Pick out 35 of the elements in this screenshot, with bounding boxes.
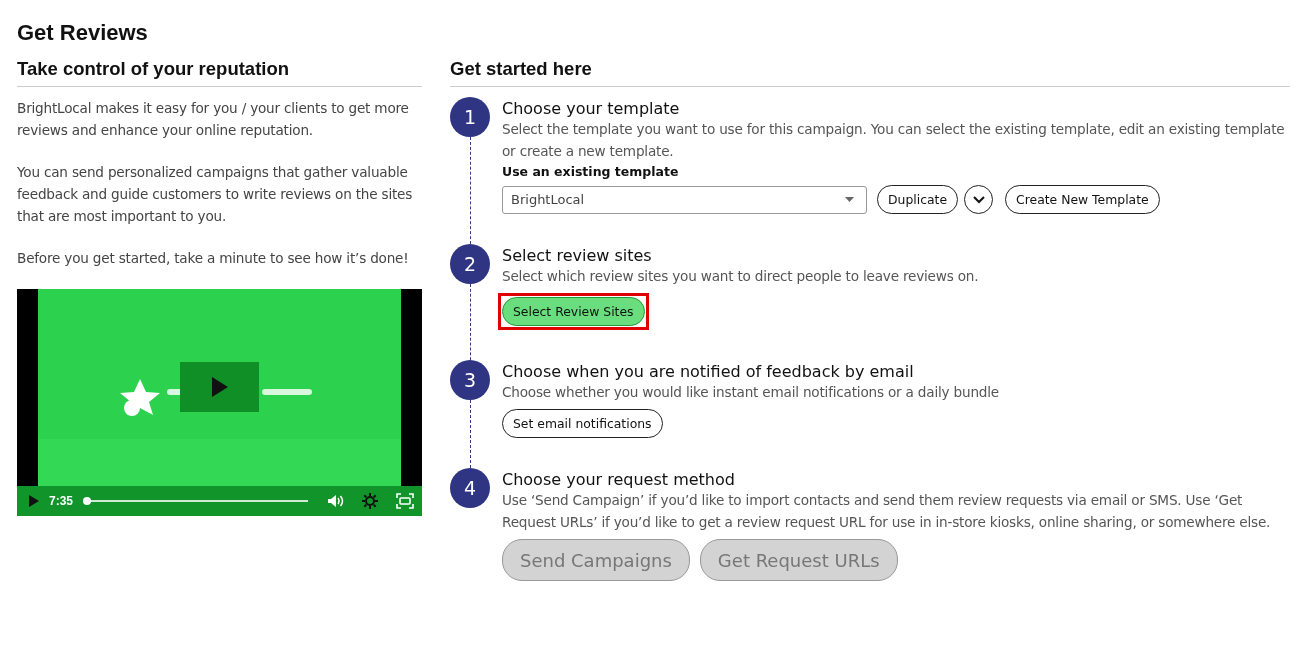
fullscreen-icon[interactable] [396,493,414,509]
step-number: 2 [450,244,490,284]
step-title: Select review sites [502,246,653,265]
volume-icon[interactable] [328,494,344,508]
step-description: Select which review sites you want to direct people to leave reviews on. [502,267,980,286]
step-button[interactable]: Set email notifications [502,409,663,438]
video-time: 7:35 [49,494,74,508]
caret-icon [845,197,854,202]
dropdown-button[interactable] [964,185,994,214]
step-number: 4 [450,468,490,508]
intro-paragraph: Before you get started, take a minute to see how it’s done! [17,249,410,268]
step-description: Choose whether you would like instant email notifications or a daily bundle [502,383,1000,402]
intro-paragraph: You can send personalized campaigns that gather valuable feedback and guide customers to write reviews on the sites that are most important to you. [17,163,414,226]
field-label: Use an existing template [502,164,680,179]
step-description: Use ‘Send Campaign’ if you’d like to import contacts and send them review requests via email or SMS. Use ‘Get Request URLs’ if you’d like to get a review request URL for use in in-store kiosks, online sharing, or somewhere else. [502,491,1272,532]
step-button[interactable]: Select Review Sites [502,297,645,326]
step-number: 1 [450,97,490,137]
video-player[interactable]: 7:35 [17,289,422,516]
chevron-icon [972,195,985,204]
step-button[interactable]: Duplicate [877,185,959,214]
play-icon [211,377,228,397]
step-description: Select the template you want to use for this campaign. You can select the existing template, edit an existing template or create a new template. [502,120,1286,161]
step-title: Choose your template [502,99,681,118]
step-title: Choose your request method [502,470,736,489]
play-overlay-button[interactable] [180,362,259,412]
section-heading: Get started here [450,58,1290,87]
intro-paragraph: BrightLocal makes it easy for you / your clients to get more reviews and enhance your online reputation. [17,99,410,140]
gear-icon[interactable] [362,493,378,509]
progress-handle[interactable] [83,497,92,505]
step-number: 3 [450,360,490,400]
page-title: Get Reviews [17,20,149,46]
section-heading: Take control of your reputation [17,58,422,87]
template-select[interactable]: BrightLocal [502,185,867,214]
step-button[interactable]: Create New Template [1005,185,1160,214]
step-title: Choose when you are notified of feedback by email [502,362,915,381]
